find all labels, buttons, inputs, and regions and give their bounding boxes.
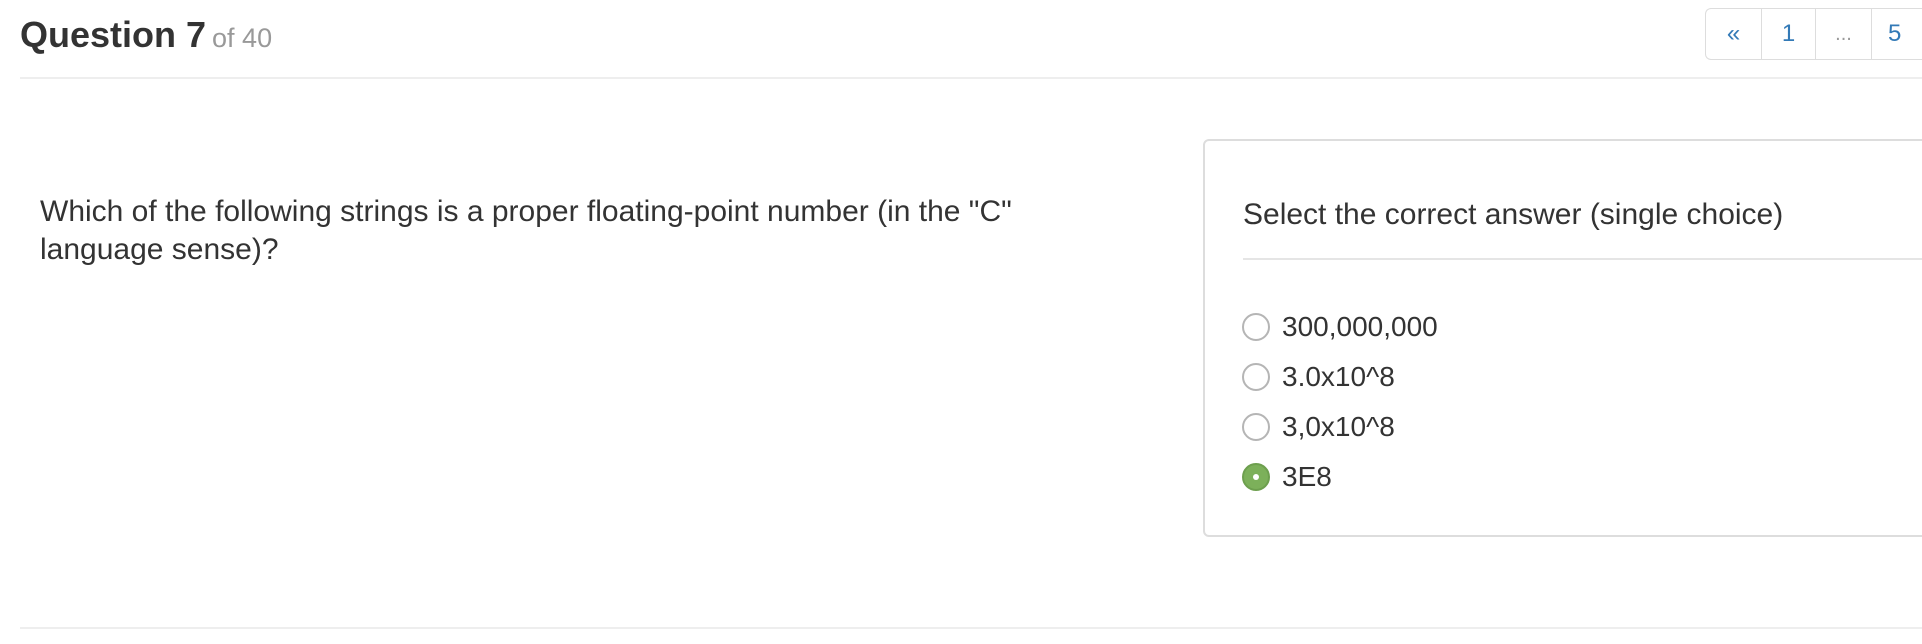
page-5-link[interactable]: 5 [1872,9,1922,59]
question-total: of 40 [212,23,273,53]
previous-page-button[interactable]: « [1706,9,1762,59]
answer-options: 300,000,000 3.0x10^8 3,0x10^8 3E8 [1242,302,1438,502]
question-header: Question 7 of 40 « 1 ... 5 [20,0,1922,79]
answer-option-1[interactable]: 300,000,000 [1242,302,1438,352]
pagination-ellipsis: ... [1816,9,1872,59]
answer-option-3[interactable]: 3,0x10^8 [1242,402,1438,452]
radio-button-1[interactable] [1242,313,1270,341]
answer-option-label: 300,000,000 [1282,311,1438,342]
answer-panel: Select the correct answer (single choice… [1203,139,1922,537]
selected-radio-button[interactable] [1242,463,1270,491]
answer-heading: Select the correct answer (single choice… [1243,198,1784,231]
quiz-page: Question 7 of 40 « 1 ... 5 Which of the f… [0,0,1922,644]
question-title: Question 7 of 40 [20,14,272,56]
page-1-link[interactable]: 1 [1762,9,1816,59]
answer-divider [1243,258,1922,260]
answer-option-label: 3E8 [1282,461,1332,492]
radio-button-3[interactable] [1242,413,1270,441]
answer-option-2[interactable]: 3.0x10^8 [1242,352,1438,402]
question-pagination: « 1 ... 5 [1705,8,1922,60]
question-text: Which of the following strings is a prop… [40,195,1012,266]
answer-option-label: 3,0x10^8 [1282,411,1395,442]
question-number: Question 7 [20,14,207,55]
bottom-divider [20,627,1922,629]
answer-option-4[interactable]: 3E8 [1242,452,1438,502]
answer-option-label: 3.0x10^8 [1282,361,1395,392]
radio-button-2[interactable] [1242,363,1270,391]
